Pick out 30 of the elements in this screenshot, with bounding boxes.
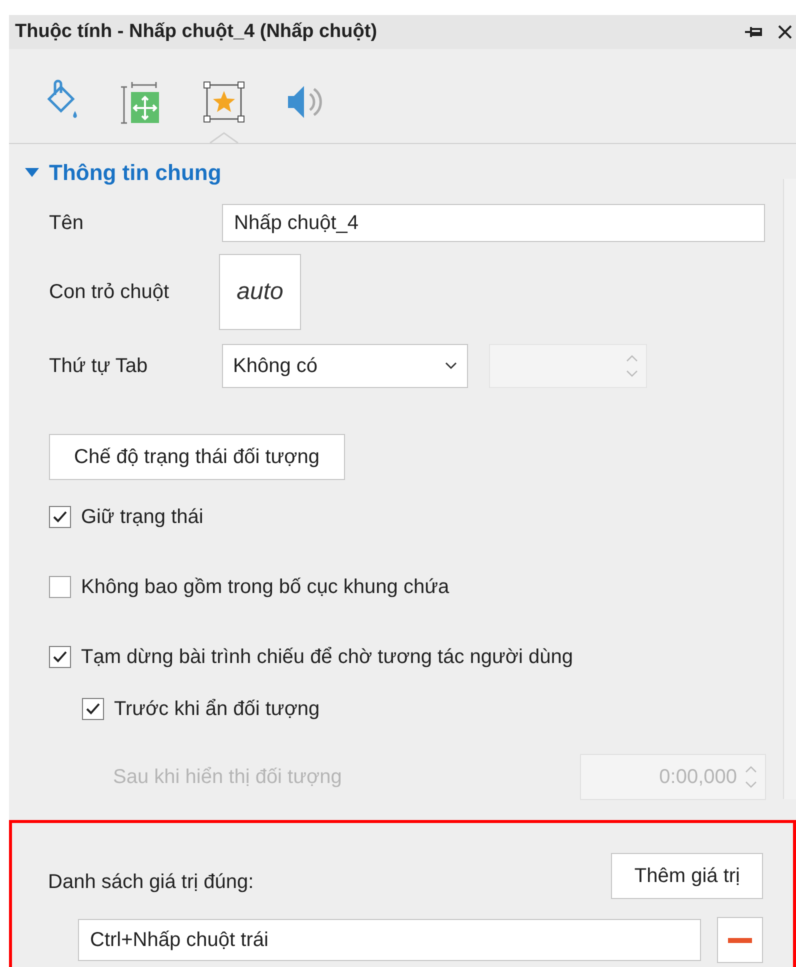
cursor-label: Con trỏ chuột	[49, 280, 170, 304]
section-header[interactable]: Thông tin chung	[9, 144, 766, 190]
value-field[interactable]: Ctrl+Nhấp chuột trái	[78, 919, 702, 961]
name-field[interactable]: Nhấp chuột_4	[222, 204, 765, 242]
checkmark-icon	[52, 650, 68, 664]
name-label: Tên	[49, 212, 84, 234]
expand-triangle-icon	[25, 168, 39, 178]
pin-icon[interactable]	[744, 25, 764, 39]
correct-values-label: Danh sách giá trị đúng:	[48, 870, 254, 894]
checkbox-option[interactable]: Không bao gồm trong bố cục khung chứa	[49, 572, 450, 602]
property-tab[interactable]	[201, 79, 247, 144]
chevron-down-icon	[445, 362, 457, 370]
checkbox-option[interactable]: Giữ trạng thái	[49, 502, 204, 532]
object-state-button[interactable]: Chế độ trạng thái đối tượng	[49, 434, 345, 480]
add-value-button[interactable]: Thêm giá trị	[611, 853, 763, 899]
star-frame-icon	[201, 79, 247, 125]
checkmark-icon	[85, 702, 101, 716]
spinner-arrows-icon	[626, 353, 638, 379]
minus-icon	[728, 938, 752, 942]
tab-order-label: Thứ tự Tab	[49, 354, 149, 378]
close-icon[interactable]	[778, 25, 792, 39]
checkbox-option[interactable]: Trước khi ẩn đối tượng	[82, 694, 320, 724]
remove-value-button[interactable]	[717, 917, 763, 963]
checkbox-option[interactable]: Tạm dừng bài trình chiếu để chờ tương tác người dùng	[49, 642, 574, 672]
tab-order-dropdown[interactable]: Không có	[222, 344, 468, 388]
cursor-picker[interactable]: auto	[219, 254, 301, 330]
checkmark-icon	[52, 510, 68, 524]
spinner-arrows-icon	[745, 764, 757, 790]
delay-label: Sau khi hiển thị đối tượng	[113, 766, 342, 788]
window-title: Thuộc tính - Nhấp chuột_4 (Nhấp chuột)	[15, 21, 378, 43]
